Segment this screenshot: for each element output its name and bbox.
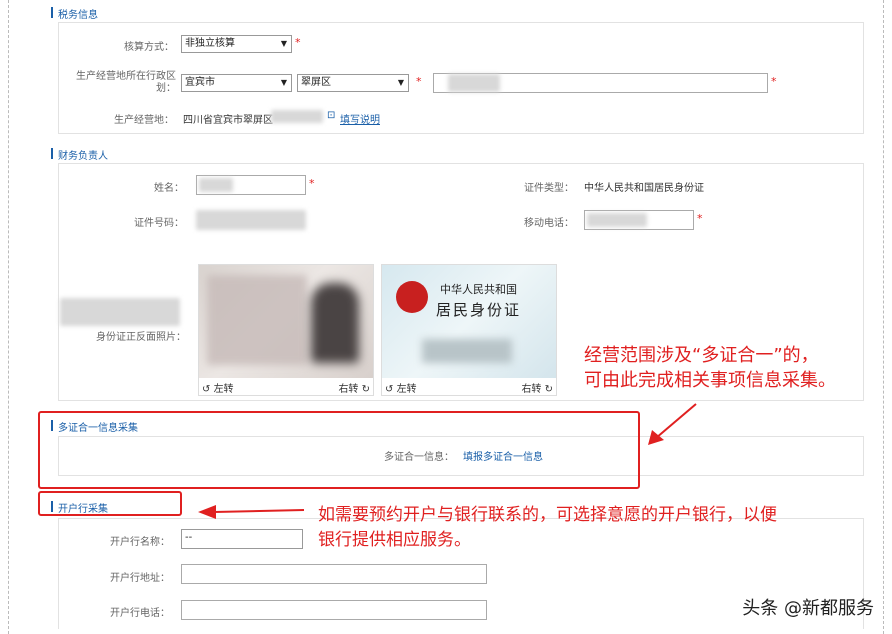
id-card-back: 中华人民共和国 居民身份证 ↺ 左转 右转 ↻ [381,264,557,396]
bank-name-label: 开户行名称： [110,537,170,548]
emblem-icon [396,281,428,313]
accounting-value: 非独立核算 [185,38,235,49]
id-back-image: 中华人民共和国 居民身份证 [382,265,556,378]
bank-name-select[interactable]: -- [181,529,303,549]
required-mark: * [771,75,777,88]
required-mark: * [697,212,703,225]
fill-help-link[interactable]: 填写说明 [340,111,380,126]
required-mark: * [295,36,301,49]
chevron-down-icon: ▼ [280,39,287,48]
redacted-name [199,178,233,192]
id-back-line1: 中华人民共和国 [440,283,517,296]
id-front-image [199,265,373,378]
chevron-down-icon: ▼ [280,78,287,87]
required-mark: * [416,75,422,88]
city-value: 宜宾市 [185,77,215,88]
id-card-front: ↺ 左转 右转 ↻ [198,264,374,396]
rotate-right-button[interactable]: 右转 ↻ [521,380,553,395]
required-mark: * [309,177,315,190]
watermark: 头条 @新都服务 [742,598,874,619]
bank-address-input[interactable] [181,564,487,584]
accounting-select[interactable]: 非独立核算 ▼ [181,35,292,53]
name-label: 姓名： [154,183,184,194]
city-select[interactable]: 宜宾市 ▼ [181,74,292,92]
region-label: 生产经营地所在行政区划： [76,71,176,94]
redacted-photo-label [60,298,180,326]
bank-name-value: -- [185,532,193,543]
rotate-left-button[interactable]: ↺ 左转 [202,380,234,395]
annotation-multi-cert-line2: 可由此完成相关事项信息采集。 [584,370,836,391]
highlight-box-bank [38,491,182,516]
address-value: 四川省宜宾市翠屏区 [183,115,273,126]
mobile-label: 移动电话： [524,218,574,229]
id-back-line2: 居民身份证 [436,301,522,319]
finance-section-title: 财务负责人 [51,147,108,162]
cert-type-label: 证件类型： [524,183,574,194]
arrow-icon [648,403,697,445]
chevron-down-icon: ▼ [397,78,404,87]
help-icon: ⊡ [327,110,336,121]
redacted-mobile [587,213,647,227]
accounting-label: 核算方式： [124,42,174,53]
annotation-multi-cert-line1: 经营范围涉及“多证合一”的， [584,345,819,366]
rotate-left-button[interactable]: ↺ 左转 [385,380,417,395]
bank-phone-input[interactable] [181,600,487,620]
district-select[interactable]: 翠屏区 ▼ [297,74,409,92]
bank-address-label: 开户行地址： [110,573,170,584]
tax-section-title: 税务信息 [51,6,98,21]
annotation-bank-line2: 银行提供相应服务。 [318,530,471,550]
district-value: 翠屏区 [301,77,331,88]
redacted-cert-no [196,210,306,230]
address-label: 生产经营地： [114,115,174,126]
redacted-street [448,74,500,92]
highlight-box-multi-cert [38,411,640,489]
bank-phone-label: 开户行电话： [110,608,170,619]
annotation-bank-line1: 如需要预约开户与银行联系的，可选择意愿的开户银行，以便 [318,505,777,525]
redacted-address [271,110,323,123]
cert-type-value: 中华人民共和国居民身份证 [584,183,704,194]
photo-label: 身份证正反面照片： [96,332,186,343]
cert-no-label: 证件号码： [134,218,184,229]
arrow-icon [198,505,305,519]
rotate-right-button[interactable]: 右转 ↻ [338,380,370,395]
